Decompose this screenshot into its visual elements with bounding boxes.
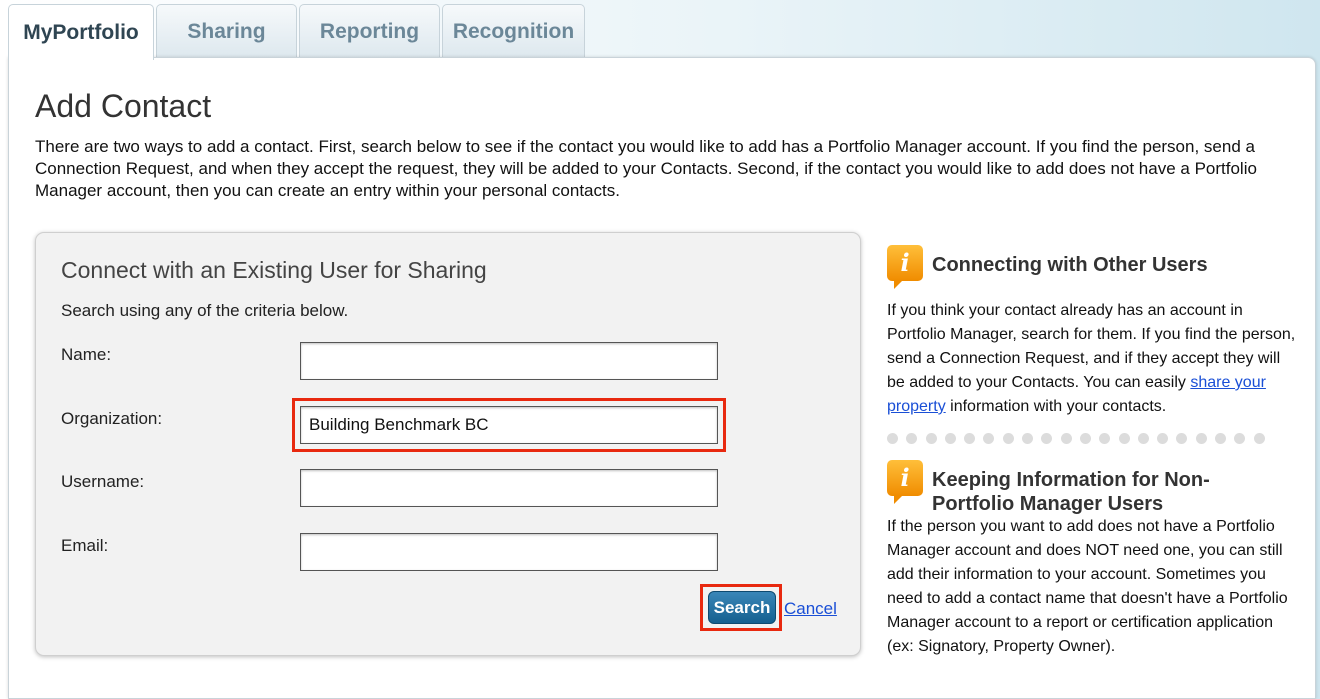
- divider-dot: [925, 433, 937, 444]
- keeping-heading: Keeping Information for Non-Portfolio Ma…: [932, 469, 1210, 515]
- search-box-title: Connect with an Existing User for Sharin…: [61, 257, 487, 283]
- name-label: Name:: [61, 345, 112, 364]
- divider-dot: [1118, 433, 1130, 444]
- divider-dot: [1041, 433, 1053, 444]
- divider-dot: [1157, 433, 1169, 444]
- connecting-heading: Connecting with Other Users: [932, 254, 1208, 276]
- search-box-subtitle: Search using any of the criteria below.: [61, 301, 349, 320]
- tab-reporting[interactable]: Reporting: [299, 4, 440, 58]
- info-icon: i: [887, 245, 923, 289]
- divider-dot: [944, 433, 956, 444]
- divider-dot: [1002, 433, 1014, 444]
- page-title: Add Contact: [35, 88, 212, 124]
- tab-myportfolio[interactable]: MyPortfolio: [8, 4, 154, 60]
- info-icon: i: [887, 460, 923, 504]
- divider-dot: [1060, 433, 1072, 444]
- username-field[interactable]: [300, 469, 718, 507]
- intro-text: There are two ways to add a contact. Fir…: [35, 137, 1257, 200]
- divider-dot: [1099, 433, 1111, 444]
- search-button[interactable]: Search: [708, 591, 776, 624]
- divider-dot: [1195, 433, 1207, 444]
- connect-search-box: Connect with an Existing User for Sharin…: [35, 232, 861, 656]
- email-field[interactable]: [300, 533, 718, 571]
- divider-dot: [1234, 433, 1246, 444]
- keeping-text: If the person you want to add does not h…: [887, 518, 1288, 655]
- divider-dot: [887, 433, 898, 444]
- username-label: Username:: [61, 472, 145, 491]
- name-field[interactable]: [300, 342, 718, 380]
- divider-dot: [1079, 433, 1091, 444]
- divider-dot: [906, 433, 918, 444]
- divider-dot: [1215, 433, 1227, 444]
- organization-label: Organization:: [61, 409, 163, 428]
- divider-dot: [1022, 433, 1034, 444]
- tab-sharing[interactable]: Sharing: [156, 4, 297, 58]
- cancel-link[interactable]: Cancel: [784, 599, 837, 619]
- divider-dot: [964, 433, 976, 444]
- divider-dot: [1137, 433, 1149, 444]
- section-divider: [887, 433, 1265, 444]
- content-panel: Add Contact There are two ways to add a …: [8, 57, 1316, 699]
- organization-field[interactable]: [300, 406, 718, 444]
- tab-recognition[interactable]: Recognition: [442, 4, 585, 58]
- divider-dot: [1253, 433, 1265, 444]
- divider-dot: [983, 433, 995, 444]
- connecting-text: If you think your contact already has an…: [887, 302, 1296, 415]
- email-label: Email:: [61, 536, 109, 555]
- divider-dot: [1176, 433, 1188, 444]
